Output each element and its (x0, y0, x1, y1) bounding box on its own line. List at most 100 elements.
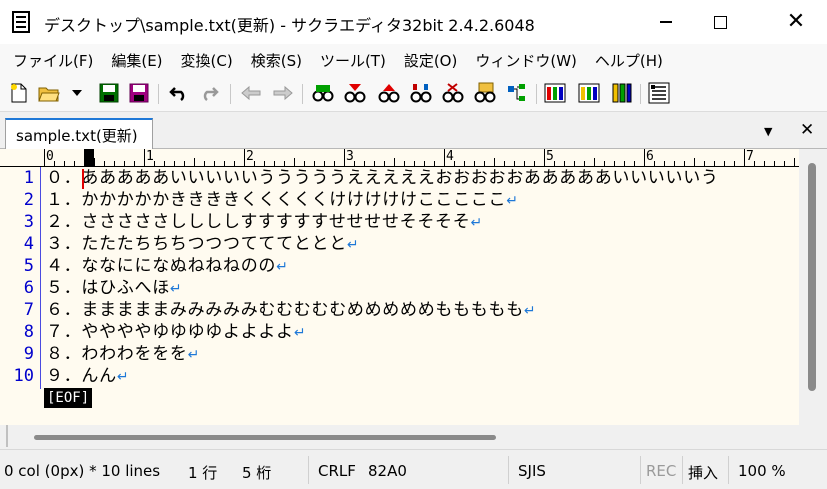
line-content: １．かかかかかききききくくくくくけけけけけこここここ (46, 190, 507, 210)
tab-list-dropdown-icon[interactable]: ▼ (764, 125, 772, 138)
eol-mark: ↵ (187, 347, 201, 363)
undo-icon[interactable] (168, 82, 190, 104)
editor-area[interactable]: 01234567 1 ０．あああああいいいいいうううううえええええおおおおおあああ… (0, 149, 799, 425)
ruler-minor-tick (494, 158, 495, 166)
text-line[interactable]: ４．ななにになぬねねねのの↵ (46, 255, 289, 278)
menu-bar: ファイル(F) 編集(E) 変換(C) 検索(S) ツール(T) 設定(O) ウ… (0, 44, 827, 76)
menu-search[interactable]: 検索(S) (242, 50, 311, 71)
ruler-minor-tick (74, 161, 75, 166)
status-eol-type[interactable]: CRLF (318, 462, 356, 480)
menu-edit[interactable]: 編集(E) (102, 50, 171, 71)
new-file-icon[interactable] (8, 82, 30, 104)
ruler-label: 2 (246, 149, 254, 164)
text-line[interactable]: ８．わわわををを↵ (46, 343, 200, 366)
tag-jump-icon[interactable] (578, 82, 600, 104)
text-line[interactable]: ９．んん↵ (46, 365, 129, 388)
line-number: 4 (23, 234, 34, 254)
status-char-code: 82A0 (368, 462, 407, 480)
tab-close-icon[interactable]: ✕ (800, 120, 814, 140)
line-content: ８．わわわををを (46, 344, 188, 364)
find-icon[interactable] (312, 82, 334, 104)
status-separator (308, 456, 309, 484)
text-line[interactable]: ６．まままままみみみみみむむむむむめめめめめももももも↵ (46, 299, 536, 322)
line-content: ７．ややややゆゆゆゆよよよよ (46, 322, 294, 342)
ruler-minor-tick (104, 161, 105, 166)
vertical-scroll-thumb[interactable] (808, 163, 816, 391)
eol-mark: ↵ (506, 193, 519, 209)
ruler-minor-tick (664, 161, 665, 166)
ruler-minor-tick (154, 161, 155, 166)
line-content: ４．ななにになぬねねねのの (46, 256, 277, 276)
line-content: ９．んん (46, 366, 117, 386)
status-encoding[interactable]: SJIS (518, 462, 546, 480)
status-separator (728, 456, 729, 484)
status-rec: REC (646, 462, 677, 480)
line-number: 10 (13, 366, 34, 386)
menu-file[interactable]: ファイル(F) (4, 50, 102, 71)
menu-window[interactable]: ウィンドウ(W) (466, 50, 586, 71)
status-insert-mode[interactable]: 挿入 (688, 462, 718, 483)
close-button[interactable]: ✕ (768, 0, 824, 44)
tab-sample-txt[interactable]: sample.txt(更新) (5, 118, 153, 149)
ruler-minor-tick (764, 161, 765, 166)
grep-icon[interactable] (474, 82, 496, 104)
ruler-minor-tick (304, 161, 305, 166)
eol-mark: ↵ (169, 281, 183, 297)
ruler-major-tick (444, 149, 445, 166)
jump-back-icon[interactable] (240, 82, 262, 104)
text-line[interactable]: ５．はひふへほ↵ (46, 277, 182, 300)
find-previous-icon[interactable] (344, 82, 366, 104)
eol-mark: ↵ (470, 215, 483, 231)
jump-forward-icon[interactable] (272, 82, 294, 104)
ruler-major-tick (144, 149, 145, 166)
menu-help[interactable]: ヘルプ(H) (586, 50, 672, 71)
ruler-major-tick (644, 149, 645, 166)
horizontal-scroll-thumb[interactable] (34, 435, 496, 440)
settings-list-icon[interactable] (648, 82, 670, 104)
toolbar-separator (230, 84, 231, 104)
text-line[interactable]: ０．あああああいいいいいうううううえええええおおおおおあああああいいいいいう (46, 167, 719, 189)
ruler-minor-tick (94, 158, 95, 166)
status-separator (682, 456, 683, 484)
ruler-minor-tick (354, 161, 355, 166)
horizontal-scrollbar[interactable] (0, 425, 799, 449)
outline-icon[interactable] (506, 82, 528, 104)
ruler-minor-tick (584, 161, 585, 166)
ruler-major-tick (244, 149, 245, 166)
text-line[interactable]: ２．さささささししししすすすすすせせせせそそそそ↵ (46, 211, 483, 234)
tag-back-icon[interactable] (610, 82, 632, 104)
redo-icon[interactable] (198, 82, 220, 104)
ruler-minor-tick (484, 161, 485, 166)
clear-search-icon[interactable] (442, 82, 464, 104)
save-icon[interactable] (98, 82, 120, 104)
ruler-minor-tick (474, 161, 475, 166)
minimize-button[interactable] (638, 0, 694, 44)
save-all-icon[interactable] (128, 82, 150, 104)
menu-settings[interactable]: 設定(O) (395, 50, 467, 71)
line-number: 1 (23, 168, 34, 188)
vertical-scrollbar[interactable] (799, 149, 827, 425)
ruler-minor-tick (724, 161, 725, 166)
ruler-minor-tick (274, 161, 275, 166)
ruler-label: 5 (546, 149, 554, 164)
text-line[interactable]: ７．ややややゆゆゆゆよよよよ↵ (46, 321, 306, 344)
eol-mark: ↵ (116, 369, 130, 385)
compare-icon[interactable] (544, 82, 566, 104)
find-next-icon[interactable] (378, 82, 400, 104)
open-dropdown-icon[interactable] (66, 82, 88, 104)
replace-icon[interactable] (410, 82, 432, 104)
ruler-minor-tick (734, 161, 735, 166)
toolbar-separator (302, 84, 303, 104)
ruler-minor-tick (534, 161, 535, 166)
menu-convert[interactable]: 変換(C) (172, 50, 242, 71)
ruler-cursor-marker (84, 149, 94, 166)
menu-tools[interactable]: ツール(T) (311, 50, 395, 71)
ruler-major-tick (344, 149, 345, 166)
gutter-separator (40, 167, 41, 389)
line-number: 3 (23, 212, 34, 232)
open-folder-icon[interactable] (38, 82, 60, 104)
text-line[interactable]: １．かかかかかききききくくくくくけけけけけこここここ↵ (46, 189, 519, 212)
split-box[interactable] (6, 425, 8, 447)
maximize-button[interactable] (692, 0, 748, 44)
text-line[interactable]: ３．たたたちちちつつつてててととと↵ (46, 233, 359, 256)
